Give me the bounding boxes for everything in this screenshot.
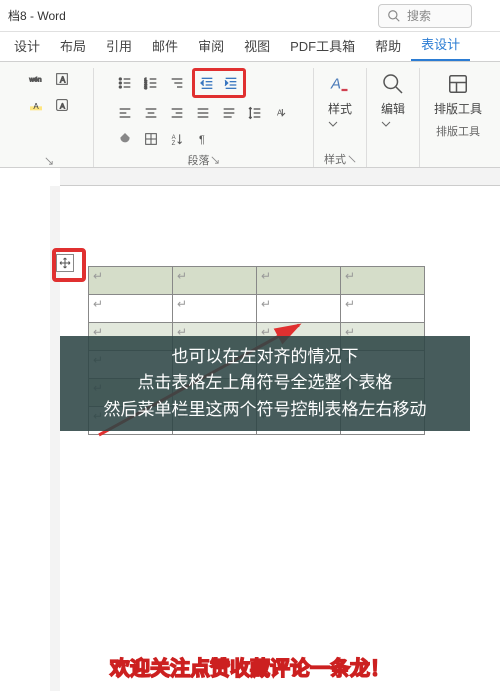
- svg-text:Z: Z: [172, 141, 176, 147]
- align-right-button[interactable]: [166, 102, 188, 124]
- search-icon: [387, 9, 401, 23]
- tab-view[interactable]: 视图: [234, 30, 280, 61]
- tab-help[interactable]: 帮助: [365, 30, 411, 61]
- ribbon-group-font: wén A A A: [4, 68, 94, 167]
- search-placeholder: 搜索: [407, 7, 431, 24]
- svg-text:wén: wén: [28, 77, 42, 84]
- decrease-indent-button[interactable]: [196, 72, 218, 94]
- tab-mail[interactable]: 邮件: [142, 30, 188, 61]
- table-move-handle[interactable]: [56, 254, 74, 272]
- svg-text:3: 3: [145, 85, 148, 90]
- sort-button[interactable]: AZ: [166, 128, 188, 150]
- svg-text:¶: ¶: [199, 134, 205, 146]
- phonetic-button[interactable]: wén: [25, 68, 47, 90]
- svg-text:A: A: [330, 76, 341, 93]
- numbering-button[interactable]: 123: [140, 72, 162, 94]
- ribbon-group-paragraph: 123 A AZ ¶: [94, 68, 314, 167]
- tab-table-design[interactable]: 表设计: [411, 28, 470, 61]
- bullets-button[interactable]: [114, 72, 136, 94]
- ribbon: wén A A A 123: [0, 62, 500, 168]
- window-title: 档8 - Word: [8, 7, 66, 24]
- multilevel-button[interactable]: [166, 72, 188, 94]
- show-marks-button[interactable]: ¶: [192, 128, 214, 150]
- styles-group-label[interactable]: 样式: [324, 149, 356, 169]
- chevron-down-icon: [328, 121, 352, 145]
- move-icon: [59, 257, 71, 269]
- ribbon-group-layout-tools: 排版工具 排版工具: [420, 68, 496, 167]
- magnify-icon: [381, 72, 405, 96]
- layout-group-label: 排版工具: [436, 121, 480, 141]
- align-center-button[interactable]: [140, 102, 162, 124]
- svg-text:A: A: [60, 75, 66, 84]
- borders-button[interactable]: [140, 128, 162, 150]
- line-spacing-button[interactable]: [244, 102, 266, 124]
- styles-icon: A: [328, 72, 352, 96]
- tab-layout[interactable]: 布局: [50, 30, 96, 61]
- styles-button[interactable]: A 样式: [320, 68, 360, 149]
- justify-button[interactable]: [192, 102, 214, 124]
- ribbon-tabs: 设计 布局 引用 邮件 审阅 视图 PDF工具箱 帮助 表设计: [0, 32, 500, 62]
- tab-pdf[interactable]: PDF工具箱: [280, 30, 365, 61]
- shading-button[interactable]: [114, 128, 136, 150]
- tab-design[interactable]: 设计: [4, 30, 50, 61]
- increase-indent-button[interactable]: [220, 72, 242, 94]
- tab-references[interactable]: 引用: [96, 30, 142, 61]
- paragraph-group-label[interactable]: 段落: [187, 150, 219, 170]
- tab-review[interactable]: 审阅: [188, 30, 234, 61]
- ruler-horizontal[interactable]: [60, 168, 500, 186]
- text-direction-button[interactable]: A: [270, 102, 292, 124]
- ribbon-group-edit: 编辑: [367, 68, 420, 167]
- highlight-button[interactable]: A: [25, 94, 47, 116]
- instruction-overlay: 也可以在左对齐的情况下 点击表格左上角符号全选整个表格 然后菜单栏里这两个符号控…: [60, 336, 470, 431]
- layout-icon: [446, 72, 470, 96]
- svg-text:A: A: [60, 101, 65, 110]
- char-border-button[interactable]: A: [51, 68, 73, 90]
- enclose-button[interactable]: A: [51, 94, 73, 116]
- footer-caption: 欢迎关注点赞收藏评论一条龙！: [110, 652, 390, 681]
- ribbon-group-styles: A 样式 样式: [314, 68, 367, 167]
- layout-tools-button[interactable]: 排版工具: [426, 68, 490, 121]
- search-input[interactable]: 搜索: [378, 4, 472, 28]
- font-group-expand[interactable]: [45, 155, 53, 167]
- svg-text:A: A: [33, 102, 39, 111]
- distribute-button[interactable]: [218, 102, 240, 124]
- align-left-button[interactable]: [114, 102, 136, 124]
- chevron-down-icon: [381, 121, 405, 145]
- svg-text:A: A: [172, 135, 176, 141]
- edit-button[interactable]: 编辑: [373, 68, 413, 149]
